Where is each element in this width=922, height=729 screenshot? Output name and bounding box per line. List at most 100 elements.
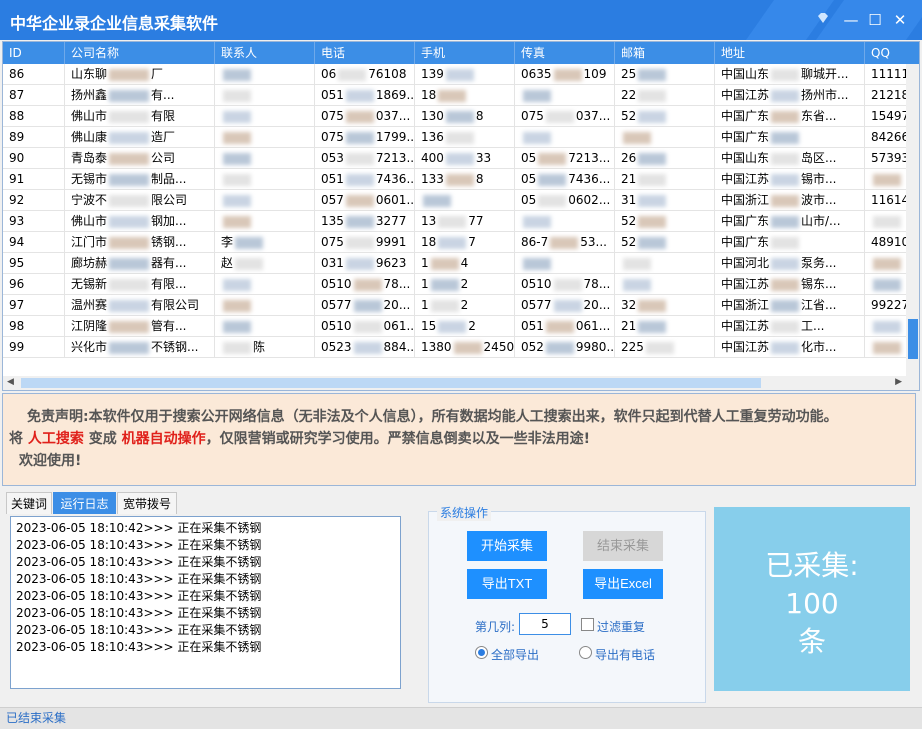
redacted-block [438,320,467,333]
cell-value: 1 [421,277,429,291]
redacted-block [873,257,901,270]
cell-value: 52 [621,235,637,249]
cell-value: 13 [421,214,437,228]
table-cell: 87 [3,85,65,106]
table-cell [215,211,315,232]
redacted-block [109,152,150,165]
tab-run-log[interactable]: 运行日志 [53,492,116,514]
cell-value-tail: 884... [383,340,415,354]
start-collect-button[interactable]: 开始采集 [467,531,547,561]
scroll-right-icon[interactable]: ▶ [895,377,902,387]
vertical-scroll-thumb[interactable] [908,319,918,359]
cell-value: 中国广东 [721,109,770,123]
cell-value: 32 [621,298,637,312]
disclaimer-text: 变成 [88,431,117,447]
minimize-icon[interactable]: — [840,9,862,31]
cell-value: 21 [621,319,637,333]
table-row[interactable]: 93 佛山市 钢加... 135 3277 13 77 52 中国广东 山市/... [3,211,906,232]
maximize-icon[interactable]: ☐ [864,9,886,31]
table-cell: 0510 061... [315,316,415,337]
table-row[interactable]: 89 佛山康 造厂 075 1799... 136 中国广东 84266 [3,127,919,148]
table-row[interactable]: 96 无锡新 有限... 0510 78... 1 2 0510 78... 中国江苏 锡东... [3,274,906,295]
tab-keywords[interactable]: 关键词 [6,492,52,514]
dedupe-checkbox[interactable] [581,618,594,631]
table-row[interactable]: 97 温州赛 有限公司 0577 20... 1 2 0577 20... 32 中国浙江 江省...… [3,295,919,316]
cell-value-tail: 山市/... [801,214,841,228]
cell-value: 1380 [421,340,452,354]
column-header[interactable]: 电话 [315,42,415,64]
column-header[interactable]: 传真 [515,42,615,64]
table-cell: 031 9623 [315,253,415,274]
table-row[interactable]: 98 江阴隆 管有... 0510 061... 15 2 051 061... 21 中国江苏 工.… [3,316,906,337]
horizontal-scroll-thumb[interactable] [21,378,761,388]
redacted-block [873,215,901,228]
redacted-block [638,320,667,333]
table-row[interactable]: 94 江门市 锈钢... 李 075 9991 18 7 86-7 53... 52 中国广东 4891… [3,232,919,253]
diamond-icon[interactable] [812,9,834,31]
column-header[interactable]: 手机 [415,42,515,64]
column-header[interactable]: ID [3,42,65,64]
redacted-block [873,341,901,354]
redacted-block [771,89,800,102]
table-row[interactable]: 91 无锡市 制品... 051 7436... 133 8 05 7436... 21 中国江苏 锡… [3,169,906,190]
table-row[interactable]: 95 廊坊赫 器有... 赵 031 9623 1 4 中国河北 泵务... [3,253,906,274]
column-header[interactable]: 地址 [715,42,865,64]
cell-value-tail: 不锈钢... [151,340,199,354]
stop-collect-button[interactable]: 结束采集 [583,531,663,561]
cell-value: 山东聊 [71,67,108,81]
scroll-left-icon[interactable]: ◀ [7,377,14,387]
vertical-scrollbar[interactable]: ▼ [906,64,919,390]
export-all-label: 全部导出 [491,648,540,662]
cell-value-tail: 工... [801,319,825,333]
run-log[interactable]: 2023-06-05 18:10:42>>> 正在采集不锈钢 2023-06-05… [10,516,401,689]
redacted-block [109,341,150,354]
tab-broadband-dial[interactable]: 宽带拨号 [117,492,177,514]
export-excel-button[interactable]: 导出Excel [583,569,663,599]
table-row[interactable]: 86 山东聊 厂 06 76108 139 0635 109 25 中国山东 聊城开... 11111 [3,64,919,85]
cell-value-tail: 造厂 [151,130,176,144]
cell-value-tail: 037... [575,109,611,123]
cell-value: 92 [9,193,25,207]
column-header[interactable]: 联系人 [215,42,315,64]
cell-value: 佛山市 [71,214,108,228]
cell-value: 051 [521,319,544,333]
cell-value: 88 [9,109,25,123]
table-row[interactable]: 87 扬州鑫 有... 051 1869... 18 22 中国江苏 扬州市... 21218 [3,85,919,106]
results-grid[interactable]: ID 公司名称 联系人 电话 手机 传真 邮箱 地址 QQ 86 山东聊 厂 06 76108 139 06… [2,41,920,391]
table-cell: 52 [615,106,715,127]
redacted-block [771,299,800,312]
table-cell: 90 [3,148,65,169]
cell-value: 兴化市 [71,340,108,354]
table-cell: 0577 20... [315,295,415,316]
table-cell: 21 [615,316,715,337]
column-number-input[interactable]: 5 [519,613,571,635]
export-phone-radio[interactable] [579,646,592,659]
export-txt-button[interactable]: 导出TXT [467,569,547,599]
redacted-block [623,131,651,144]
cell-value: 中国江苏 [721,172,770,186]
table-cell: 0523 884... [315,337,415,358]
table-row[interactable]: 99 兴化市 不锈钢... 陈 0523 884... 1380 24504 052 9980..… [3,337,906,358]
table-row[interactable]: 88 佛山市 有限 075 037... 130 8 075 037... 52 中国广东 东省...… [3,106,919,127]
table-cell: 52 [615,232,715,253]
column-header[interactable]: QQ [865,42,919,64]
redacted-block [109,110,150,123]
grid-header: ID 公司名称 联系人 电话 手机 传真 邮箱 地址 QQ [3,42,919,64]
column-header[interactable]: 邮箱 [615,42,715,64]
table-row[interactable]: 92 宁波不 限公司 057 0601... 05 0602... 31 中国浙江 波市... 11… [3,190,919,211]
close-icon[interactable]: ✕ [889,9,911,31]
column-header[interactable]: 公司名称 [65,42,215,64]
table-cell [615,274,715,295]
table-row[interactable]: 90 青岛泰 公司 053 7213... 400 33 05 7213... 26 中国山东 岛区.… [3,148,919,169]
cell-value: 075 [521,109,544,123]
cell-value: 075 [321,235,344,249]
export-all-radio[interactable] [475,646,488,659]
redacted-block [638,68,667,81]
table-cell: 中国河北 泵务... [715,253,865,274]
redacted-block [345,236,374,249]
redacted-block [223,68,251,81]
cell-value-tail: 陈 [253,340,266,354]
redacted-block [771,131,800,144]
horizontal-scrollbar[interactable]: ◀ ▶ [3,376,906,390]
cell-value-tail: 24504 [483,340,515,354]
